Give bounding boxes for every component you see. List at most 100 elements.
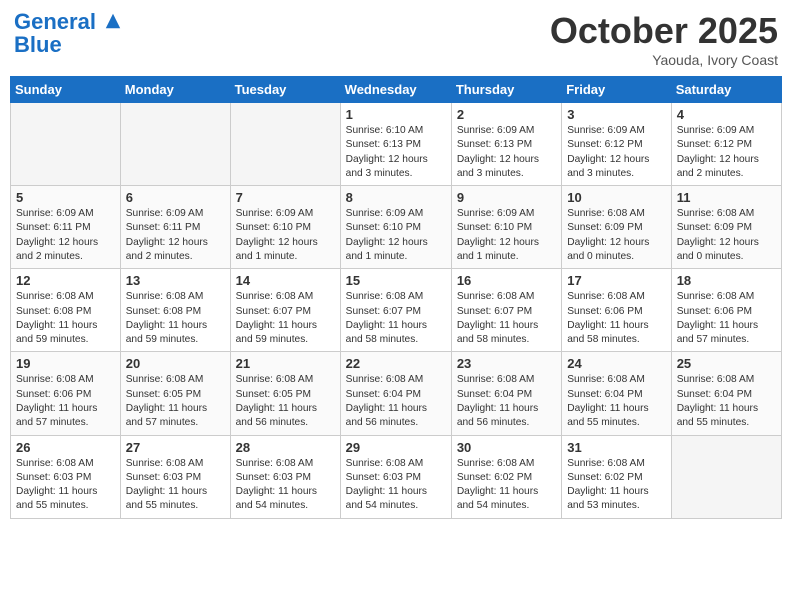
calendar-cell: 6Sunrise: 6:09 AM Sunset: 6:11 PM Daylig… — [120, 186, 230, 269]
day-number: 7 — [236, 190, 335, 205]
calendar-week-row: 26 Sunrise: 6:08 AM Sunset: 6:03 PM Dayli… — [11, 435, 782, 518]
day-number: 27 — [126, 440, 225, 455]
calendar-week-row: 12 Sunrise: 6:08 AM Sunset: 6:08 PM Dayli… — [11, 269, 782, 352]
month-title: October 2025 — [550, 10, 778, 52]
weekday-header: Sunday — [11, 77, 121, 103]
calendar-cell: 7 Sunrise: 6:09 AM Sunset: 6:10 PM Daylig… — [230, 186, 340, 269]
calendar-cell: 16Sunrise: 6:08 AM Sunset: 6:07 PM Dayli… — [451, 269, 561, 352]
calendar-cell: 28Sunrise: 6:08 AM Sunset: 6:03 PM Dayli… — [230, 435, 340, 518]
logo-icon — [104, 12, 122, 30]
day-info: Sunrise: 6:09 AM Sunset: 6:12 PM Dayligh… — [567, 124, 665, 181]
calendar-cell: 15 Sunrise: 6:08 AM Sunset: 6:07 PM Dayli… — [340, 269, 451, 352]
day-info: Sunrise: 6:08 AM Sunset: 6:03 PM Dayligh… — [16, 457, 115, 514]
day-info: Sunrise: 6:08 AM Sunset: 6:04 PM Dayligh… — [457, 373, 556, 430]
weekday-header: Tuesday — [230, 77, 340, 103]
calendar-table: SundayMondayTuesdayWednesdayThursdayFrid… — [10, 76, 782, 519]
calendar-cell: 17Sunrise: 6:08 AM Sunset: 6:06 PM Dayli… — [562, 269, 671, 352]
day-info: Sunrise: 6:08 AM Sunset: 6:03 PM Dayligh… — [346, 457, 446, 514]
day-info: Sunrise: 6:08 AM Sunset: 6:04 PM Dayligh… — [677, 373, 776, 430]
day-info: Sunrise: 6:08 AM Sunset: 6:08 PM Dayligh… — [126, 290, 225, 347]
logo: General Blue — [14, 10, 122, 58]
day-number: 30 — [457, 440, 556, 455]
calendar-week-row: 5Sunrise: 6:09 AM Sunset: 6:11 PM Daylig… — [11, 186, 782, 269]
day-info: Sunrise: 6:08 AM Sunset: 6:02 PM Dayligh… — [457, 457, 556, 514]
day-info: Sunrise: 6:08 AM Sunset: 6:06 PM Dayligh… — [677, 290, 776, 347]
day-number: 29 — [346, 440, 446, 455]
calendar-cell: 13 Sunrise: 6:08 AM Sunset: 6:08 PM Dayli… — [120, 269, 230, 352]
day-number: 1 — [346, 107, 446, 122]
logo-blue: Blue — [14, 32, 122, 58]
day-info: Sunrise: 6:08 AM Sunset: 6:02 PM Dayligh… — [567, 457, 665, 514]
day-number: 18 — [677, 273, 776, 288]
calendar-cell: 12 Sunrise: 6:08 AM Sunset: 6:08 PM Dayli… — [11, 269, 121, 352]
calendar-cell: 22Sunrise: 6:08 AM Sunset: 6:04 PM Dayli… — [340, 352, 451, 435]
calendar-cell — [671, 435, 781, 518]
day-number: 24 — [567, 356, 665, 371]
day-info: Sunrise: 6:08 AM Sunset: 6:03 PM Dayligh… — [126, 457, 225, 514]
day-info: Sunrise: 6:09 AM Sunset: 6:10 PM Dayligh… — [346, 207, 446, 264]
calendar-cell: 2Sunrise: 6:09 AM Sunset: 6:13 PM Daylig… — [451, 103, 561, 186]
weekday-header: Wednesday — [340, 77, 451, 103]
weekday-header: Monday — [120, 77, 230, 103]
calendar-cell: 11 Sunrise: 6:08 AM Sunset: 6:09 PM Dayli… — [671, 186, 781, 269]
day-info: Sunrise: 6:09 AM Sunset: 6:11 PM Dayligh… — [16, 207, 115, 264]
day-info: Sunrise: 6:10 AM Sunset: 6:13 PM Dayligh… — [346, 124, 446, 181]
weekday-header: Saturday — [671, 77, 781, 103]
day-number: 25 — [677, 356, 776, 371]
day-number: 10 — [567, 190, 665, 205]
calendar-cell: 18 Sunrise: 6:08 AM Sunset: 6:06 PM Dayli… — [671, 269, 781, 352]
day-number: 11 — [677, 190, 776, 205]
calendar-cell: 23Sunrise: 6:08 AM Sunset: 6:04 PM Dayli… — [451, 352, 561, 435]
day-number: 17 — [567, 273, 665, 288]
day-number: 4 — [677, 107, 776, 122]
logo-text: General — [14, 10, 122, 34]
day-info: Sunrise: 6:08 AM Sunset: 6:09 PM Dayligh… — [567, 207, 665, 264]
day-number: 26 — [16, 440, 115, 455]
day-number: 22 — [346, 356, 446, 371]
calendar-cell: 26 Sunrise: 6:08 AM Sunset: 6:03 PM Dayli… — [11, 435, 121, 518]
day-number: 3 — [567, 107, 665, 122]
calendar-cell: 20Sunrise: 6:08 AM Sunset: 6:05 PM Dayli… — [120, 352, 230, 435]
calendar-cell: 25 Sunrise: 6:08 AM Sunset: 6:04 PM Dayli… — [671, 352, 781, 435]
weekday-header: Friday — [562, 77, 671, 103]
day-number: 13 — [126, 273, 225, 288]
day-number: 14 — [236, 273, 335, 288]
day-number: 12 — [16, 273, 115, 288]
day-number: 16 — [457, 273, 556, 288]
day-number: 9 — [457, 190, 556, 205]
day-number: 8 — [346, 190, 446, 205]
day-info: Sunrise: 6:09 AM Sunset: 6:11 PM Dayligh… — [126, 207, 225, 264]
calendar-cell: 21Sunrise: 6:08 AM Sunset: 6:05 PM Dayli… — [230, 352, 340, 435]
calendar-cell: 8 Sunrise: 6:09 AM Sunset: 6:10 PM Daylig… — [340, 186, 451, 269]
day-number: 20 — [126, 356, 225, 371]
calendar-cell: 1 Sunrise: 6:10 AM Sunset: 6:13 PM Daylig… — [340, 103, 451, 186]
day-info: Sunrise: 6:08 AM Sunset: 6:06 PM Dayligh… — [16, 373, 115, 430]
day-info: Sunrise: 6:09 AM Sunset: 6:10 PM Dayligh… — [236, 207, 335, 264]
day-info: Sunrise: 6:08 AM Sunset: 6:09 PM Dayligh… — [677, 207, 776, 264]
calendar-cell: 14 Sunrise: 6:08 AM Sunset: 6:07 PM Dayli… — [230, 269, 340, 352]
day-number: 15 — [346, 273, 446, 288]
day-info: Sunrise: 6:09 AM Sunset: 6:12 PM Dayligh… — [677, 124, 776, 181]
calendar-cell: 27 Sunrise: 6:08 AM Sunset: 6:03 PM Dayli… — [120, 435, 230, 518]
calendar-week-row: 19 Sunrise: 6:08 AM Sunset: 6:06 PM Dayli… — [11, 352, 782, 435]
calendar-cell — [120, 103, 230, 186]
calendar-cell: 19 Sunrise: 6:08 AM Sunset: 6:06 PM Dayli… — [11, 352, 121, 435]
day-info: Sunrise: 6:09 AM Sunset: 6:13 PM Dayligh… — [457, 124, 556, 181]
location-subtitle: Yaouda, Ivory Coast — [550, 52, 778, 68]
calendar-week-row: 1 Sunrise: 6:10 AM Sunset: 6:13 PM Daylig… — [11, 103, 782, 186]
day-info: Sunrise: 6:08 AM Sunset: 6:07 PM Dayligh… — [346, 290, 446, 347]
calendar-cell — [11, 103, 121, 186]
day-info: Sunrise: 6:09 AM Sunset: 6:10 PM Dayligh… — [457, 207, 556, 264]
day-info: Sunrise: 6:08 AM Sunset: 6:08 PM Dayligh… — [16, 290, 115, 347]
page-header: General Blue October 2025 Yaouda, Ivory … — [10, 10, 782, 68]
day-number: 28 — [236, 440, 335, 455]
logo-general: General — [14, 9, 96, 34]
calendar-cell: 29 Sunrise: 6:08 AM Sunset: 6:03 PM Dayli… — [340, 435, 451, 518]
weekday-header-row: SundayMondayTuesdayWednesdayThursdayFrid… — [11, 77, 782, 103]
calendar-cell — [230, 103, 340, 186]
calendar-cell: 3 Sunrise: 6:09 AM Sunset: 6:12 PM Daylig… — [562, 103, 671, 186]
day-info: Sunrise: 6:08 AM Sunset: 6:07 PM Dayligh… — [236, 290, 335, 347]
title-block: October 2025 Yaouda, Ivory Coast — [550, 10, 778, 68]
day-info: Sunrise: 6:08 AM Sunset: 6:05 PM Dayligh… — [236, 373, 335, 430]
day-number: 19 — [16, 356, 115, 371]
